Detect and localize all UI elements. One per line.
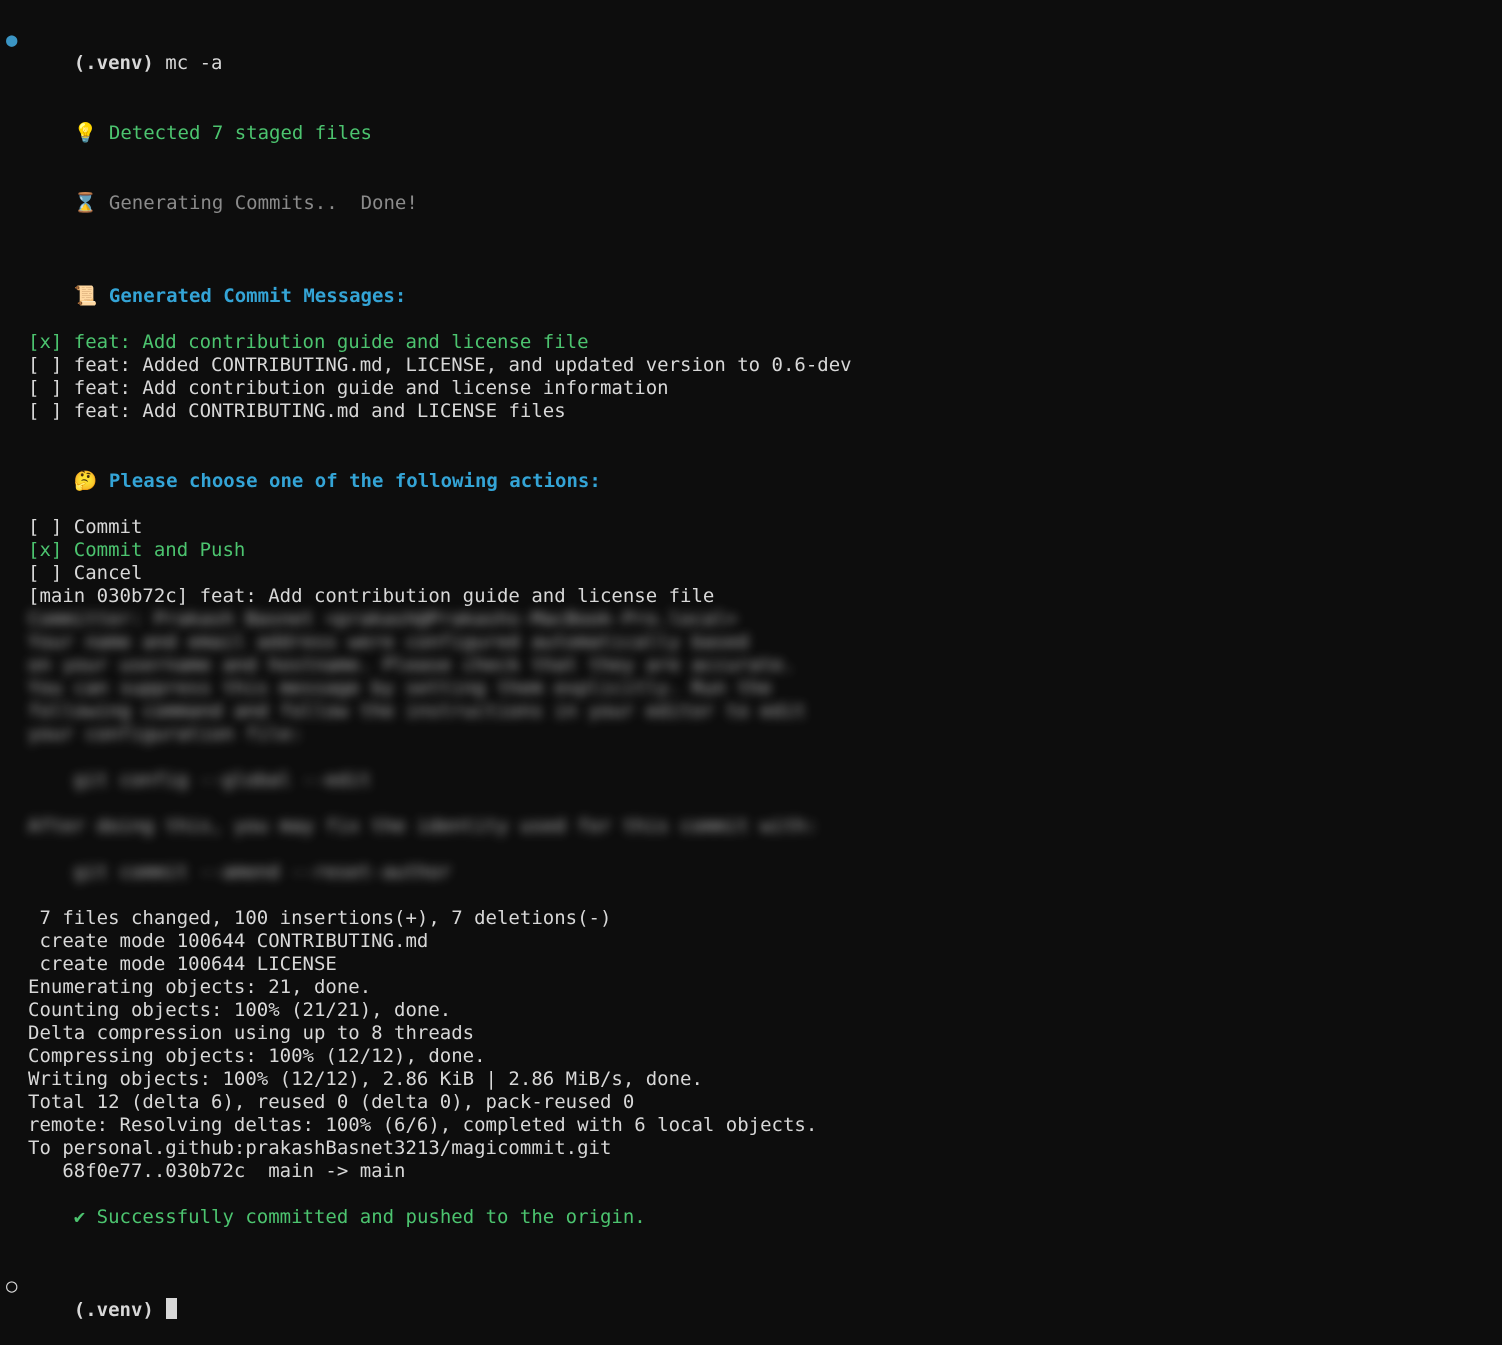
detected-text: Detected 7 staged files [109,122,372,144]
blurred-line: your configuration file: [0,723,1502,746]
action-option[interactable]: [ ] Commit [0,516,1502,539]
blurred-line: git config --global --edit [0,769,1502,792]
venv-label: (.venv) [74,1299,166,1321]
lightbulb-icon: 💡 [74,121,98,144]
git-output: 7 files changed, 100 insertions(+), 7 de… [0,907,1502,1183]
commit-msg: feat: Add contribution guide and license… [74,377,669,399]
output-line: Delta compression using up to 8 threads [0,1022,1502,1045]
command-text: mc -a [165,52,222,74]
hourglass-icon: ⌛ [74,191,98,214]
prompt-line[interactable]: ○ (.venv) [0,1252,1502,1345]
checkbox-mark: [x] [28,331,74,353]
commit-msg: feat: Add CONTRIBUTING.md and LICENSE fi… [74,400,566,422]
output-line: Counting objects: 100% (21/21), done. [0,999,1502,1022]
commits-header: 📜 Generated Commit Messages: [0,261,1502,331]
generating-line: ⌛ Generating Commits.. Done! [0,168,1502,238]
action-option[interactable]: [x] Commit and Push [0,539,1502,562]
commit-option[interactable]: [ ] feat: Add CONTRIBUTING.md and LICENS… [0,400,1502,423]
commit-option[interactable]: [x] feat: Add contribution guide and lic… [0,331,1502,354]
blurred-line: Your name and email address were configu… [0,631,1502,654]
actions-header-text: Please choose one of the following actio… [109,470,601,492]
blurred-line: git commit --amend --reset-author [0,861,1502,884]
cursor-icon [166,1298,177,1319]
venv-label: (.venv) [74,52,166,74]
commit-option[interactable]: [ ] feat: Add contribution guide and lic… [0,377,1502,400]
blurred-line [0,746,1502,769]
done-text: Done! [361,192,418,214]
commit-msg: feat: Add contribution guide and license… [74,331,589,353]
commit-msg: feat: Added CONTRIBUTING.md, LICENSE, an… [74,354,852,376]
blurred-line: on your username and hostname. Please ch… [0,654,1502,677]
action-msg: Commit [74,516,143,538]
blurred-line: following command and follow the instruc… [0,700,1502,723]
commits-header-text: Generated Commit Messages: [109,285,406,307]
output-line: To personal.github:prakashBasnet3213/mag… [0,1137,1502,1160]
blurred-line: After doing this, you may fix the identi… [0,815,1502,838]
output-line: 68f0e77..030b72c main -> main [0,1160,1502,1183]
output-line: Compressing objects: 100% (12/12), done. [0,1045,1502,1068]
checkbox-mark: [ ] [28,562,74,584]
scroll-icon: 📜 [74,284,98,307]
prompt-line: ● (.venv) mc -a [0,6,1502,98]
checkbox-mark: [x] [28,539,74,561]
detected-line: 💡 Detected 7 staged files [0,98,1502,168]
check-icon: ✔ [74,1206,97,1228]
actions-header: 🤔 Please choose one of the following act… [0,446,1502,516]
action-msg: Cancel [74,562,143,584]
output-line: remote: Resolving deltas: 100% (6/6), co… [0,1114,1502,1137]
blurred-line [0,884,1502,907]
blurred-line: Committer: Prakash Basnet <prakash@Praka… [0,608,1502,631]
output-line: Writing objects: 100% (12/12), 2.86 KiB … [0,1068,1502,1091]
success-text: Successfully committed and pushed to the… [97,1206,646,1228]
prompt-bullet-icon: ● [6,29,17,52]
output-line: create mode 100644 CONTRIBUTING.md [0,930,1502,953]
blurred-git-config: Committer: Prakash Basnet <prakash@Praka… [0,608,1502,907]
commit-option[interactable]: [ ] feat: Added CONTRIBUTING.md, LICENSE… [0,354,1502,377]
blank-line [0,423,1502,446]
checkbox-mark: [ ] [28,516,74,538]
generating-text: Generating Commits.. [109,192,361,214]
prompt-bullet-icon: ○ [6,1275,17,1298]
checkbox-mark: [ ] [28,400,74,422]
output-line: Total 12 (delta 6), reused 0 (delta 0), … [0,1091,1502,1114]
blank-line [0,238,1502,261]
terminal-output[interactable]: ● (.venv) mc -a 💡 Detected 7 staged file… [0,0,1502,1345]
blurred-line [0,838,1502,861]
action-msg: Commit and Push [74,539,246,561]
action-option[interactable]: [ ] Cancel [0,562,1502,585]
checkbox-mark: [ ] [28,377,74,399]
blurred-line [0,792,1502,815]
checkbox-mark: [ ] [28,354,74,376]
success-line: ✔ Successfully committed and pushed to t… [0,1183,1502,1252]
output-line: 7 files changed, 100 insertions(+), 7 de… [0,907,1502,930]
thinking-icon: 🤔 [74,469,98,492]
commit-result: [main 030b72c] feat: Add contribution gu… [0,585,1502,608]
blurred-line: You can suppress this message by setting… [0,677,1502,700]
output-line: Enumerating objects: 21, done. [0,976,1502,999]
output-line: create mode 100644 LICENSE [0,953,1502,976]
